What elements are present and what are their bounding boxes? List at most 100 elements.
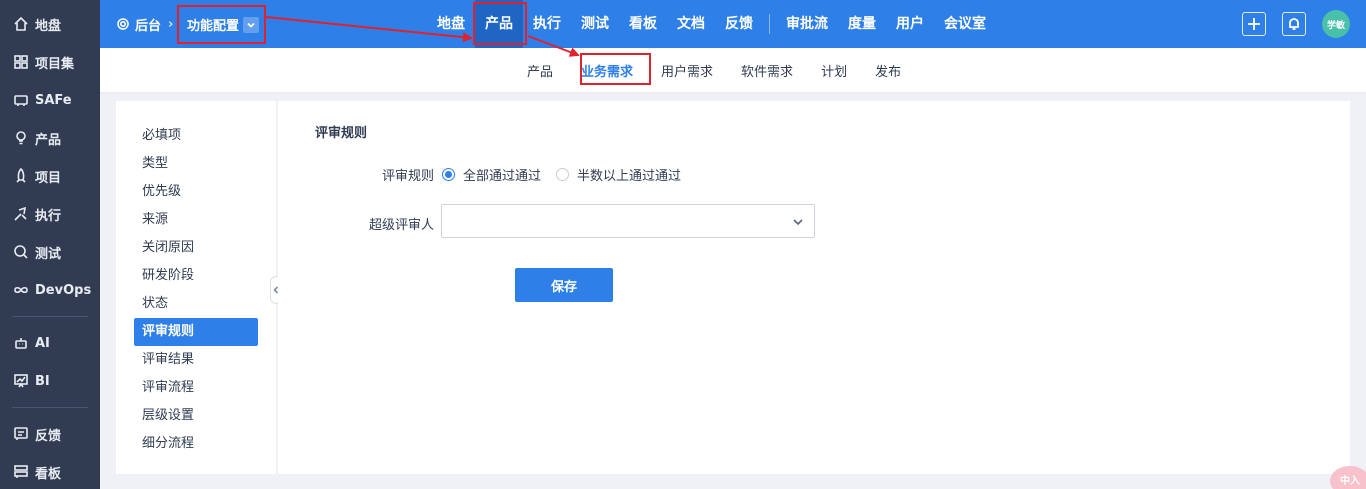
nav-item-program[interactable]: 项目集 (0, 43, 100, 81)
sub-nav: 产品 业务需求 用户需求 软件需求 计划 发布 (100, 48, 1366, 92)
nav-item-safe[interactable]: SAFe (0, 81, 100, 119)
sidebar-item-review-flow[interactable]: 评审流程 (134, 374, 258, 402)
infinity-icon (12, 281, 30, 299)
menu-dashboard[interactable]: 地盘 (427, 0, 475, 48)
nav-label: DevOps (35, 282, 92, 298)
nav-item-dashboard[interactable]: 地盘 (0, 5, 100, 43)
radio-label: 全部通过通过 (463, 169, 542, 184)
menu-divider (769, 14, 770, 34)
menu-approval-flow[interactable]: 审批流 (776, 0, 838, 48)
tab-software-requirement[interactable]: 软件需求 (727, 61, 807, 80)
bell-icon (1289, 18, 1299, 30)
radio-dot (556, 168, 569, 181)
sidebar-item-sub-flow[interactable]: 细分流程 (134, 430, 258, 458)
notification-button[interactable] (1282, 12, 1306, 36)
nav-item-test[interactable]: 测试 (0, 233, 100, 271)
back-label: 后台 (135, 18, 162, 34)
top-right-actions: 学敏 (1242, 0, 1350, 48)
menu-feedback[interactable]: 反馈 (715, 0, 763, 48)
nav-label: BI (35, 373, 50, 389)
add-button[interactable] (1242, 12, 1266, 36)
nav-label: 执行 (35, 208, 62, 224)
tab-user-requirement[interactable]: 用户需求 (647, 61, 727, 80)
avatar[interactable]: 学敏 (1322, 10, 1350, 38)
sidebar-item-level-settings[interactable]: 层级设置 (134, 402, 258, 430)
nav-item-kanban[interactable]: 看板 (0, 453, 100, 489)
tab-product[interactable]: 产品 (513, 61, 567, 80)
home-icon (12, 15, 30, 33)
run-icon (12, 205, 30, 223)
nav-item-bi[interactable]: BI (0, 362, 100, 400)
sidebar-item-rd-stage[interactable]: 研发阶段 (134, 262, 258, 290)
back-to-admin[interactable]: 后台 › (116, 0, 180, 48)
nav-label: 看板 (35, 466, 62, 482)
content-panel: 必填项 类型 优先级 来源 关闭原因 研发阶段 状态 评审规则 评审结果 评审流… (116, 101, 1350, 474)
nav-item-devops[interactable]: DevOps (0, 271, 100, 309)
nav-label: 项目集 (35, 56, 75, 72)
radio-label: 半数以上通过通过 (577, 169, 682, 184)
chevron-down-icon (243, 16, 260, 33)
bulb-icon (12, 129, 30, 147)
radio-dot (442, 168, 455, 181)
sidebar-item-review-result[interactable]: 评审结果 (134, 346, 258, 374)
kanban-icon (12, 463, 30, 481)
nav-item-project[interactable]: 项目 (0, 157, 100, 195)
function-config-dropdown[interactable]: 功能配置 (177, 5, 266, 44)
super-reviewer-label: 超级评审人 (368, 218, 434, 233)
left-main-nav: 地盘 项目集 SAFe 产品 项目 执行 测试 DevOps AI BI 反馈 (0, 0, 100, 489)
sidebar-item-priority[interactable]: 优先级 (134, 178, 258, 206)
product-highlight-box (473, 2, 527, 45)
nav-label: 项目 (35, 170, 62, 186)
chart-board-icon (12, 372, 30, 390)
sidebar-item-type[interactable]: 类型 (134, 150, 258, 178)
search-test-icon (12, 243, 30, 261)
plus-icon (1248, 18, 1260, 30)
sidebar-item-required-fields[interactable]: 必填项 (134, 122, 258, 150)
top-bar: 后台 › 功能配置 地盘 产品 执行 测试 看板 文档 反馈 审批流 度量 用户… (100, 0, 1366, 48)
nav-label: SAFe (35, 92, 72, 108)
feedback-icon (12, 425, 30, 443)
tab-plan[interactable]: 计划 (807, 61, 861, 80)
gear-icon (116, 17, 130, 31)
sidebar-item-close-reason[interactable]: 关闭原因 (134, 234, 258, 262)
ime-indicator: 中入 (1330, 466, 1366, 489)
nav-label: 产品 (35, 132, 62, 148)
chevron-down-icon (792, 216, 804, 228)
menu-meeting-room[interactable]: 会议室 (934, 0, 996, 48)
rocket-icon (12, 167, 30, 185)
nav-label: 测试 (35, 246, 62, 262)
requirement-highlight-box (580, 53, 651, 85)
super-reviewer-select[interactable] (441, 204, 815, 238)
radio-majority-pass[interactable]: 半数以上通过通过 (556, 165, 681, 184)
menu-test[interactable]: 测试 (571, 0, 619, 48)
safe-icon (12, 91, 30, 109)
nav-divider (12, 316, 88, 317)
nav-item-ai[interactable]: AI (0, 324, 100, 362)
sidebar-item-status[interactable]: 状态 (134, 290, 258, 318)
settings-sidebar: 必填项 类型 优先级 来源 关闭原因 研发阶段 状态 评审规则 评审结果 评审流… (116, 101, 278, 474)
nav-item-product[interactable]: 产品 (0, 119, 100, 157)
sidebar-item-source[interactable]: 来源 (134, 206, 258, 234)
nav-divider (12, 407, 88, 408)
nav-label: 地盘 (35, 18, 62, 34)
breadcrumb-separator: › (168, 16, 174, 32)
nav-label: 反馈 (35, 428, 62, 444)
menu-execution[interactable]: 执行 (523, 0, 571, 48)
sidebar-item-review-rules[interactable]: 评审规则 (134, 318, 258, 346)
nav-item-execution[interactable]: 执行 (0, 195, 100, 233)
review-rules-form: 评审规则 评审规则 全部通过通过 半数以上通过通过 超级评审人 保存 (278, 101, 1350, 461)
function-config-label: 功能配置 (187, 19, 240, 34)
nav-label: AI (35, 335, 50, 351)
menu-kanban[interactable]: 看板 (619, 0, 667, 48)
tab-release[interactable]: 发布 (861, 61, 915, 80)
review-rule-label: 评审规则 (381, 169, 434, 184)
page-title: 评审规则 (315, 126, 368, 141)
menu-metrics[interactable]: 度量 (838, 0, 886, 48)
menu-users[interactable]: 用户 (886, 0, 934, 48)
nav-item-feedback[interactable]: 反馈 (0, 415, 100, 453)
menu-doc[interactable]: 文档 (667, 0, 715, 48)
robot-icon (12, 334, 30, 352)
radio-all-pass[interactable]: 全部通过通过 (442, 165, 541, 184)
grid-icon (12, 53, 30, 71)
save-button[interactable]: 保存 (515, 268, 613, 302)
